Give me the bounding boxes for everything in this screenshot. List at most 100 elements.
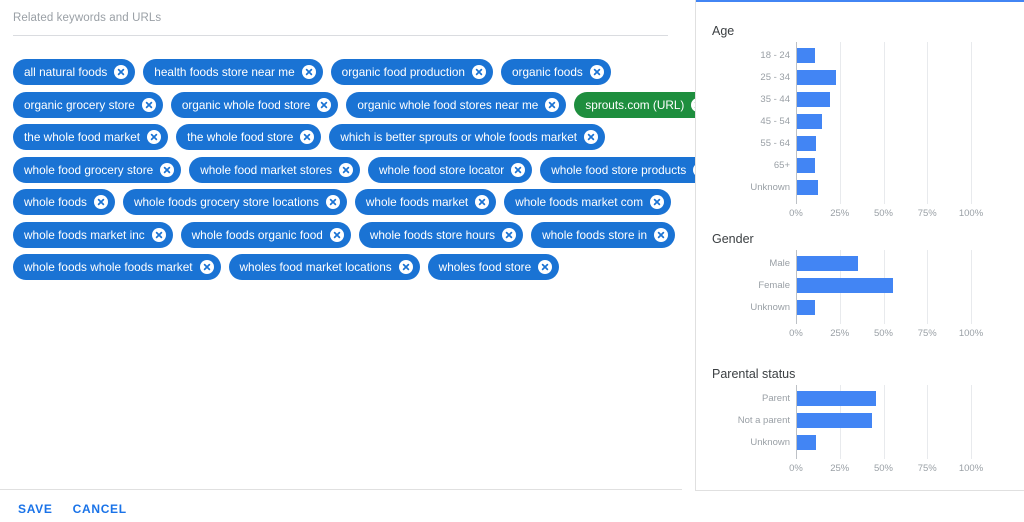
category-label: Male	[700, 259, 790, 269]
keyword-chip[interactable]: sprouts.com (URL)	[574, 92, 712, 118]
keyword-chip[interactable]: whole foods market	[355, 189, 496, 215]
save-button[interactable]: SAVE	[8, 496, 63, 522]
close-circle-icon[interactable]	[590, 65, 604, 79]
cancel-button[interactable]: CANCEL	[63, 496, 137, 522]
chip-label: whole foods organic food	[192, 222, 330, 248]
close-circle-icon[interactable]	[538, 260, 552, 274]
gridline	[840, 42, 841, 204]
keyword-chip[interactable]: organic whole food store	[171, 92, 339, 118]
bar	[797, 435, 816, 450]
keyword-chip[interactable]: whole food grocery store	[13, 157, 181, 183]
keyword-chip[interactable]: wholes food market locations	[229, 254, 420, 280]
close-circle-icon[interactable]	[114, 65, 128, 79]
panel-accent-bar	[696, 0, 1024, 2]
gridline	[971, 42, 972, 204]
chip-row: the whole food market the whole food stor…	[13, 124, 673, 150]
chip-label: health foods store near me	[154, 59, 301, 85]
chart-age: Age18 - 2425 - 3435 - 4445 - 5455 - 6465…	[696, 24, 1024, 222]
close-circle-icon[interactable]	[300, 130, 314, 144]
keyword-chip[interactable]: whole foods store in	[531, 222, 675, 248]
keyword-chip[interactable]: whole foods store hours	[359, 222, 523, 248]
chip-label: whole food store locator	[379, 157, 511, 183]
category-label: 18 - 24	[700, 51, 790, 61]
keyword-chip[interactable]: whole food store locator	[368, 157, 532, 183]
x-tick-label: 0%	[789, 208, 803, 219]
keyword-chip[interactable]: all natural foods	[13, 59, 135, 85]
bar	[797, 136, 816, 151]
close-circle-icon[interactable]	[472, 65, 486, 79]
chip-label: the whole food market	[24, 124, 147, 150]
keyword-chip[interactable]: the whole food store	[176, 124, 321, 150]
gridline	[971, 385, 972, 459]
close-circle-icon[interactable]	[326, 195, 340, 209]
close-circle-icon[interactable]	[317, 98, 331, 112]
chip-label: the whole food store	[187, 124, 300, 150]
close-circle-icon[interactable]	[511, 163, 525, 177]
x-tick-label: 100%	[959, 208, 983, 219]
chip-row: all natural foods health foods store near…	[13, 59, 673, 85]
bar	[797, 114, 822, 129]
keyword-chip[interactable]: whole foods	[13, 189, 115, 215]
keyword-chip[interactable]: whole food market stores	[189, 157, 360, 183]
gridline	[971, 250, 972, 324]
close-circle-icon[interactable]	[399, 260, 413, 274]
close-circle-icon[interactable]	[339, 163, 353, 177]
chip-label: organic foods	[512, 59, 590, 85]
keyword-chip[interactable]: organic food production	[331, 59, 493, 85]
chip-row: whole foods whole foods market wholes foo…	[13, 254, 673, 280]
action-bar: SAVE CANCEL	[0, 495, 682, 522]
category-label: 65+	[700, 161, 790, 171]
close-circle-icon[interactable]	[584, 130, 598, 144]
close-circle-icon[interactable]	[545, 98, 559, 112]
close-circle-icon[interactable]	[147, 130, 161, 144]
chip-row: organic grocery store organic whole food …	[13, 92, 673, 118]
field-label: Related keywords and URLs	[13, 12, 161, 24]
chip-label: all natural foods	[24, 59, 114, 85]
category-label: Unknown	[700, 183, 790, 193]
keyword-chip[interactable]: organic whole food stores near me	[346, 92, 566, 118]
keyword-chip[interactable]: health foods store near me	[143, 59, 322, 85]
gridline	[927, 42, 928, 204]
keyword-chip[interactable]: which is better sprouts or whole foods m…	[329, 124, 605, 150]
close-circle-icon[interactable]	[94, 195, 108, 209]
close-circle-icon[interactable]	[654, 228, 668, 242]
bar	[797, 180, 818, 195]
close-circle-icon[interactable]	[502, 228, 516, 242]
close-circle-icon[interactable]	[475, 195, 489, 209]
demographics-panel: Age18 - 2425 - 3435 - 4445 - 5455 - 6465…	[695, 0, 1024, 491]
close-circle-icon[interactable]	[152, 228, 166, 242]
x-tick-label: 25%	[830, 208, 849, 219]
keyword-chip[interactable]: whole food store products	[540, 157, 714, 183]
close-circle-icon[interactable]	[302, 65, 316, 79]
chip-label: wholes food market locations	[240, 254, 399, 280]
chip-label: whole foods market inc	[24, 222, 152, 248]
bar	[797, 413, 872, 428]
keyword-chip[interactable]: the whole food market	[13, 124, 168, 150]
keyword-chip[interactable]: whole foods market com	[504, 189, 671, 215]
chip-label: whole foods store in	[542, 222, 654, 248]
keyword-chip[interactable]: whole foods market inc	[13, 222, 173, 248]
audience-editor-screen: Related keywords and URLs all natural fo…	[0, 0, 1024, 522]
keyword-chip[interactable]: whole foods organic food	[181, 222, 351, 248]
keyword-chip[interactable]: organic grocery store	[13, 92, 163, 118]
chart-title: Gender	[712, 232, 754, 246]
keyword-chip[interactable]: whole foods grocery store locations	[123, 189, 347, 215]
keyword-chip[interactable]: whole foods whole foods market	[13, 254, 221, 280]
chip-label: whole food grocery store	[24, 157, 160, 183]
close-circle-icon[interactable]	[160, 163, 174, 177]
close-circle-icon[interactable]	[200, 260, 214, 274]
chip-label: whole food store products	[551, 157, 693, 183]
keyword-chip[interactable]: wholes food store	[428, 254, 559, 280]
close-circle-icon[interactable]	[650, 195, 664, 209]
chart-gender: GenderMaleFemaleUnknown0%25%50%75%100%	[696, 232, 1024, 342]
keyword-chip-list: all natural foods health foods store near…	[13, 59, 673, 287]
category-label: Parent	[700, 394, 790, 404]
keyword-chip[interactable]: organic foods	[501, 59, 611, 85]
close-circle-icon[interactable]	[142, 98, 156, 112]
related-keywords-panel: Related keywords and URLs all natural fo…	[0, 0, 682, 490]
category-label: Female	[700, 281, 790, 291]
chart-parental-status: Parental statusParentNot a parentUnknown…	[696, 367, 1024, 477]
close-circle-icon[interactable]	[330, 228, 344, 242]
gridline	[927, 250, 928, 324]
x-tick-label: 100%	[959, 463, 983, 474]
